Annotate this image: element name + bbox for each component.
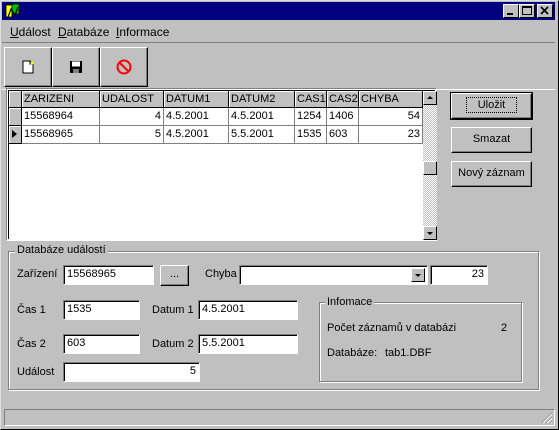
database-label: Databáze: [327, 347, 378, 359]
time1-label: Čas 1 [17, 304, 46, 316]
menu-event[interactable]: Událost [10, 25, 51, 39]
device-field[interactable]: 15568965 [63, 265, 154, 285]
grid-vertical-scrollbar[interactable] [423, 91, 437, 240]
date2-field[interactable]: 5.5.2001 [198, 334, 298, 354]
info-group [319, 302, 522, 382]
grid-header-udalost[interactable]: UDALOST [100, 91, 164, 108]
maximize-button[interactable] [519, 4, 535, 18]
grid-cell-zarizeni[interactable]: 15568965 [22, 126, 100, 144]
grid-header-datum2[interactable]: DATUM2 [229, 91, 295, 108]
error-label: Chyba [205, 268, 237, 280]
grid-cell-chyba[interactable]: 54 [359, 108, 423, 126]
minimize-button[interactable] [503, 4, 519, 18]
minimize-icon [507, 13, 513, 15]
maximize-icon [522, 6, 532, 15]
save-icon [70, 61, 82, 73]
info-group-title: Infomace [325, 296, 375, 308]
records-grid-body: ZARIZENI UDALOST DATUM1 DATUM2 CAS1 CAS2 CHYBA… [8, 90, 437, 240]
arrow-down-icon [427, 232, 433, 235]
grid-cell-zarizeni[interactable]: 15568964 [22, 108, 100, 126]
close-icon [540, 6, 549, 15]
grid-cell-cas2[interactable]: 1406 [327, 108, 359, 126]
new-record-button[interactable]: Nový záznam [451, 161, 532, 187]
new-document-icon [22, 60, 34, 74]
new-record-toolbar-button[interactable] [4, 47, 52, 87]
event-field[interactable]: 5 [63, 362, 200, 382]
grid-cell-datum2[interactable]: 4.5.2001 [229, 108, 295, 126]
status-bar [4, 409, 555, 426]
delete-button-label: Smazat [472, 133, 511, 145]
toolbar [2, 42, 555, 90]
date2-label: Datum 2 [152, 338, 194, 350]
current-row-arrow-icon [12, 130, 17, 138]
grid-cell-udalost[interactable]: 5 [100, 126, 164, 144]
records-grid[interactable]: ZARIZENI UDALOST DATUM1 DATUM2 CAS1 CAS2 CHYBA… [6, 88, 437, 241]
grid-cell-datum2[interactable]: 5.5.2001 [229, 126, 295, 144]
record-count-label: Počet záznamů v databázi [327, 322, 457, 334]
scroll-down-button[interactable] [423, 226, 437, 240]
time1-field[interactable]: 1535 [63, 300, 140, 320]
arrow-up-icon [427, 96, 433, 99]
app-icon[interactable] [5, 3, 21, 19]
device-label: Zařízení [17, 268, 58, 280]
grid-header-zarizeni[interactable]: ZARIZENI [22, 91, 100, 108]
scroll-up-button[interactable] [423, 91, 437, 105]
database-file-value: tab1.DBF [385, 347, 432, 359]
grid-header-cas1[interactable]: CAS1 [295, 91, 327, 108]
grid-cell-datum1[interactable]: 4.5.2001 [164, 108, 229, 126]
browse-button[interactable]: ... [160, 265, 189, 286]
time2-field[interactable]: 603 [63, 334, 140, 354]
row-indicator[interactable] [9, 108, 22, 126]
grid-cell-datum1[interactable]: 4.5.2001 [164, 126, 229, 144]
grid-cell-cas2[interactable]: 603 [327, 126, 359, 144]
error-value-field[interactable]: 23 [430, 265, 488, 285]
grid-header-cas2[interactable]: CAS2 [327, 91, 359, 108]
delete-button[interactable]: Smazat [451, 127, 532, 153]
grid-corner [9, 91, 22, 108]
grid-cell-udalost[interactable]: 4 [100, 108, 164, 126]
events-group-title: Databáze událostí [15, 244, 108, 256]
event-label: Událost [17, 366, 55, 378]
save-toolbar-button[interactable] [52, 47, 100, 87]
grid-cell-cas1[interactable]: 1254 [295, 108, 327, 126]
save-button-label: Uložit [465, 97, 518, 113]
title-bar[interactable] [2, 2, 555, 20]
error-select-dropdown-button[interactable] [411, 268, 425, 282]
save-button[interactable]: Uložit [450, 92, 533, 120]
menu-bar: Událost Databáze Informace [2, 22, 555, 41]
record-count-value: 2 [501, 322, 508, 334]
grid-cell-cas1[interactable]: 1535 [295, 126, 327, 144]
close-button[interactable] [537, 4, 553, 18]
date1-label: Datum 1 [152, 304, 194, 316]
row-indicator[interactable] [9, 126, 22, 144]
date1-field[interactable]: 4.5.2001 [198, 300, 298, 320]
error-select[interactable] [239, 265, 428, 285]
cancel-icon [116, 59, 132, 75]
new-record-button-label: Nový záznam [458, 167, 525, 179]
resize-grip-icon[interactable] [541, 412, 553, 424]
time2-label: Čas 2 [17, 338, 46, 350]
grid-header-datum1[interactable]: DATUM1 [164, 91, 229, 108]
cancel-toolbar-button[interactable] [100, 47, 148, 87]
menu-information[interactable]: Informace [116, 25, 169, 39]
scroll-thumb[interactable] [423, 161, 437, 175]
grid-cell-chyba[interactable]: 23 [359, 126, 423, 144]
menu-database[interactable]: Databáze [58, 25, 109, 39]
chevron-down-icon [415, 274, 421, 277]
grid-header-chyba[interactable]: CHYBA [359, 91, 423, 108]
